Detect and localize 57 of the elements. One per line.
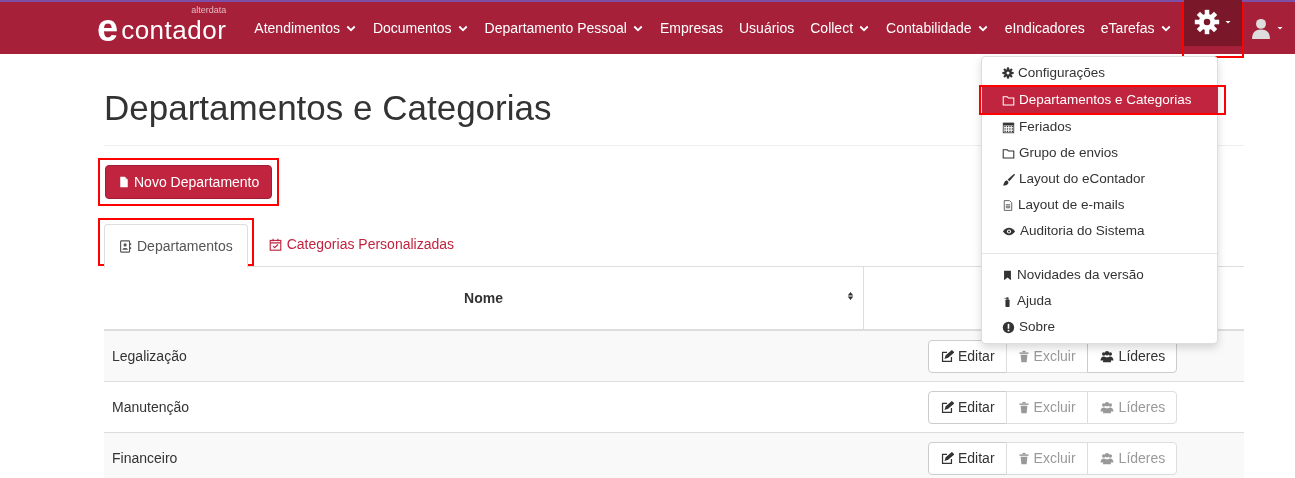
logo-mark: e [97,13,119,43]
contact-card-icon [119,239,132,253]
edit-button[interactable]: Editar [928,339,1007,373]
extinguisher-icon [1002,294,1013,308]
edit-icon [940,349,954,363]
file-icon [118,175,130,189]
tab[interactable]: Departamentos [104,224,248,268]
trash-icon [1017,451,1030,465]
nav-item[interactable]: Documentos [364,2,477,54]
nav-item[interactable]: Departamento Pessoal [476,2,652,54]
table-cell-text: Legalização [111,348,188,364]
nav-item[interactable]: Usuários [731,2,803,54]
menu-item[interactable]: Layout do eContador [982,166,1217,192]
tab[interactable]: Categorias Personalizadas [253,222,470,266]
edit-icon [940,400,954,414]
caret-down-icon [1275,24,1284,32]
column-header[interactable]: Nome [464,290,503,306]
nav-item[interactable]: eIndicadores [996,2,1093,54]
users-icon [1098,349,1115,363]
folder-icon [1002,146,1015,160]
logo-brand: alterdata [191,5,227,15]
menu-item[interactable]: Novidades da versão [982,262,1217,288]
bookmark-icon [1002,268,1013,282]
menu-item[interactable]: Sobre [982,314,1217,340]
menu-item[interactable]: Feriados [982,114,1217,140]
exclamation-icon [1002,320,1015,334]
folder-icon [1002,93,1015,107]
settings-button[interactable] [1183,0,1242,46]
menu-item[interactable]: Ajuda [982,288,1217,314]
nav-item[interactable]: Empresas [651,2,731,54]
logo-name: contador [121,17,227,43]
menu-item[interactable]: Auditoria do Sistema [982,218,1217,244]
table-cell-text: Financeiro [111,450,179,466]
menu-item[interactable]: Departamentos e Categorias [982,87,1218,113]
new-department-button[interactable]: Novo Departamento [105,165,273,199]
nav-item[interactable]: Atendimentos [246,2,365,54]
trash-icon [1017,349,1030,363]
caret-down-icon [1223,18,1232,26]
edit-icon [940,451,954,465]
document-icon [1002,198,1014,212]
menu-item[interactable]: Configurações [982,60,1217,86]
user-icon [1249,16,1272,40]
users-icon [1098,451,1115,465]
settings-icon [1193,9,1220,35]
edit-button[interactable]: Editar [928,441,1007,475]
users-icon [1098,400,1115,414]
menu-item[interactable]: Layout de e-mails [982,192,1217,218]
brush-icon [1002,172,1015,186]
edit-button[interactable]: Editar [928,390,1007,424]
table-cell-text: Manutenção [111,399,191,415]
gear-icon [1002,67,1014,79]
nav-item[interactable]: Collect [802,2,879,54]
calendar-check-icon [268,237,282,251]
nav-item[interactable]: eTarefas [1092,2,1180,54]
calendar-icon [1002,120,1015,134]
nav-item[interactable]: Contabilidade [878,2,997,54]
trash-icon [1017,400,1030,414]
